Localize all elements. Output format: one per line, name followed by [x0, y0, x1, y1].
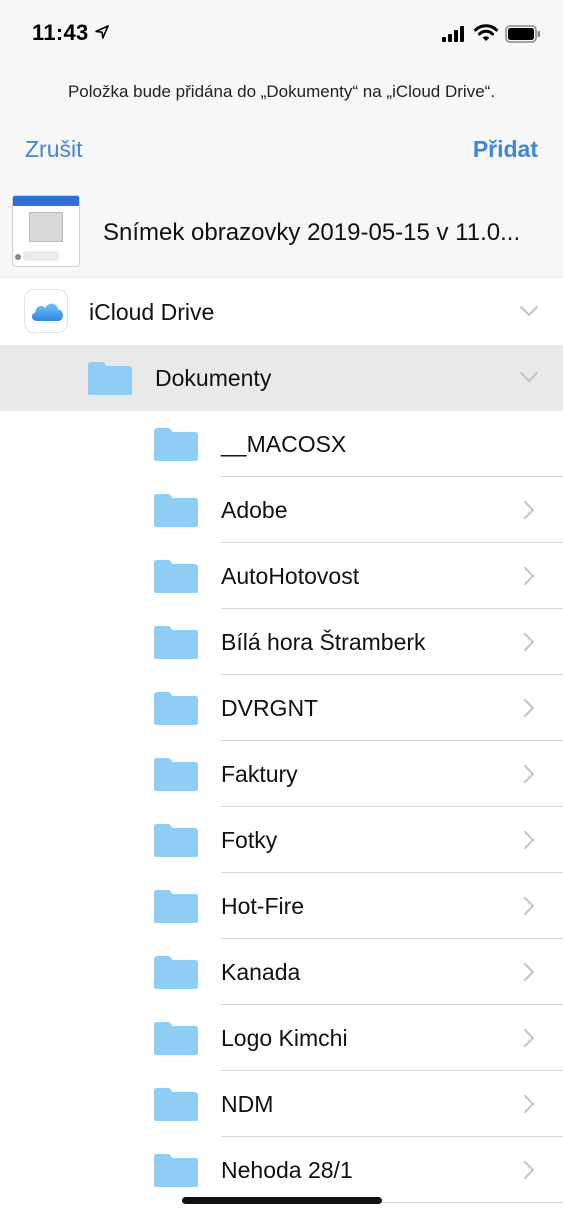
location-label-icloud: iCloud Drive: [89, 299, 215, 325]
folder-icon: [154, 824, 198, 857]
battery-icon: [505, 25, 540, 43]
chevron-right-icon[interactable]: [518, 961, 540, 983]
folder-row[interactable]: AutoHotovost: [0, 543, 563, 609]
location-label-dokumenty: Dokumenty: [155, 365, 272, 391]
folder-row[interactable]: Bílá hora Štramberk: [0, 609, 563, 675]
location-arrow-icon: [95, 25, 109, 39]
chevron-right-icon[interactable]: [518, 829, 540, 851]
cancel-button[interactable]: Zrušit: [25, 136, 83, 163]
folder-icon: [154, 428, 198, 461]
folder-name: Faktury: [221, 761, 298, 787]
wifi-icon: [474, 24, 498, 41]
folder-icon: [154, 890, 198, 923]
folder-row[interactable]: Faktury: [0, 741, 563, 807]
add-button[interactable]: Přidat: [473, 136, 538, 163]
chevron-right-icon[interactable]: [518, 1093, 540, 1115]
folder-icon: [154, 1088, 198, 1121]
folder-name: NDM: [221, 1091, 274, 1117]
home-indicator[interactable]: [182, 1197, 382, 1204]
folder-name: Adobe: [221, 497, 288, 523]
folder-name: __MACOSX: [221, 431, 347, 457]
share-header: 11:43 Položka bude přidána do „Dokumenty…: [0, 0, 563, 279]
status-time: 11:43: [32, 20, 89, 45]
chevron-right-icon[interactable]: [518, 499, 540, 521]
folder-row[interactable]: Hot-Fire: [0, 873, 563, 939]
folder-icon: [154, 1154, 198, 1187]
folder-row[interactable]: Adobe: [0, 477, 563, 543]
folder-icon: [88, 362, 132, 395]
folder-row[interactable]: DVRGNT: [0, 675, 563, 741]
chevron-right-icon[interactable]: [518, 763, 540, 785]
chevron-right-icon[interactable]: [518, 895, 540, 917]
icloud-drive-icon: [24, 289, 68, 333]
folder-icon: [154, 494, 198, 527]
folder-icon: [154, 692, 198, 725]
location-dokumenty[interactable]: Dokumenty: [0, 345, 563, 411]
folder-name: DVRGNT: [221, 695, 319, 721]
folder-icon: [154, 758, 198, 791]
chevron-down-icon[interactable]: [518, 366, 540, 388]
folder-name: Hot-Fire: [221, 893, 305, 919]
folder-icon: [154, 1022, 198, 1055]
folder-row[interactable]: Nehoda 28/1: [0, 1137, 563, 1203]
status-bar: 11:43: [0, 0, 563, 70]
folder-name: Bílá hora Štramberk: [221, 629, 426, 655]
folder-row[interactable]: Logo Kimchi: [0, 1005, 563, 1071]
folder-row[interactable]: NDM: [0, 1071, 563, 1137]
file-thumbnail: [12, 195, 80, 267]
folder-row[interactable]: __MACOSX: [0, 411, 563, 477]
folder-name: Logo Kimchi: [221, 1025, 348, 1051]
folder-icon: [154, 560, 198, 593]
chevron-right-icon[interactable]: [518, 1027, 540, 1049]
folder-name: Nehoda 28/1: [221, 1157, 353, 1183]
chevron-down-icon[interactable]: [518, 300, 540, 322]
destination-info: Položka bude přidána do „Dokumenty“ na „…: [67, 82, 496, 101]
folder-name: AutoHotovost: [221, 563, 360, 589]
folder-icon: [154, 956, 198, 989]
folder-name: Kanada: [221, 959, 301, 985]
chevron-right-icon[interactable]: [518, 565, 540, 587]
chevron-right-icon[interactable]: [518, 697, 540, 719]
folder-row[interactable]: Fotky: [0, 807, 563, 873]
folder-name: Fotky: [221, 827, 278, 853]
chevron-right-icon[interactable]: [518, 631, 540, 653]
chevron-right-icon[interactable]: [518, 1159, 540, 1181]
signal-icon: [442, 26, 464, 42]
file-name: Snímek obrazovky 2019-05-15 v 11.0...: [103, 219, 521, 246]
location-icloud-drive[interactable]: iCloud Drive: [0, 279, 563, 345]
folder-icon: [154, 626, 198, 659]
folder-row[interactable]: Kanada: [0, 939, 563, 1005]
